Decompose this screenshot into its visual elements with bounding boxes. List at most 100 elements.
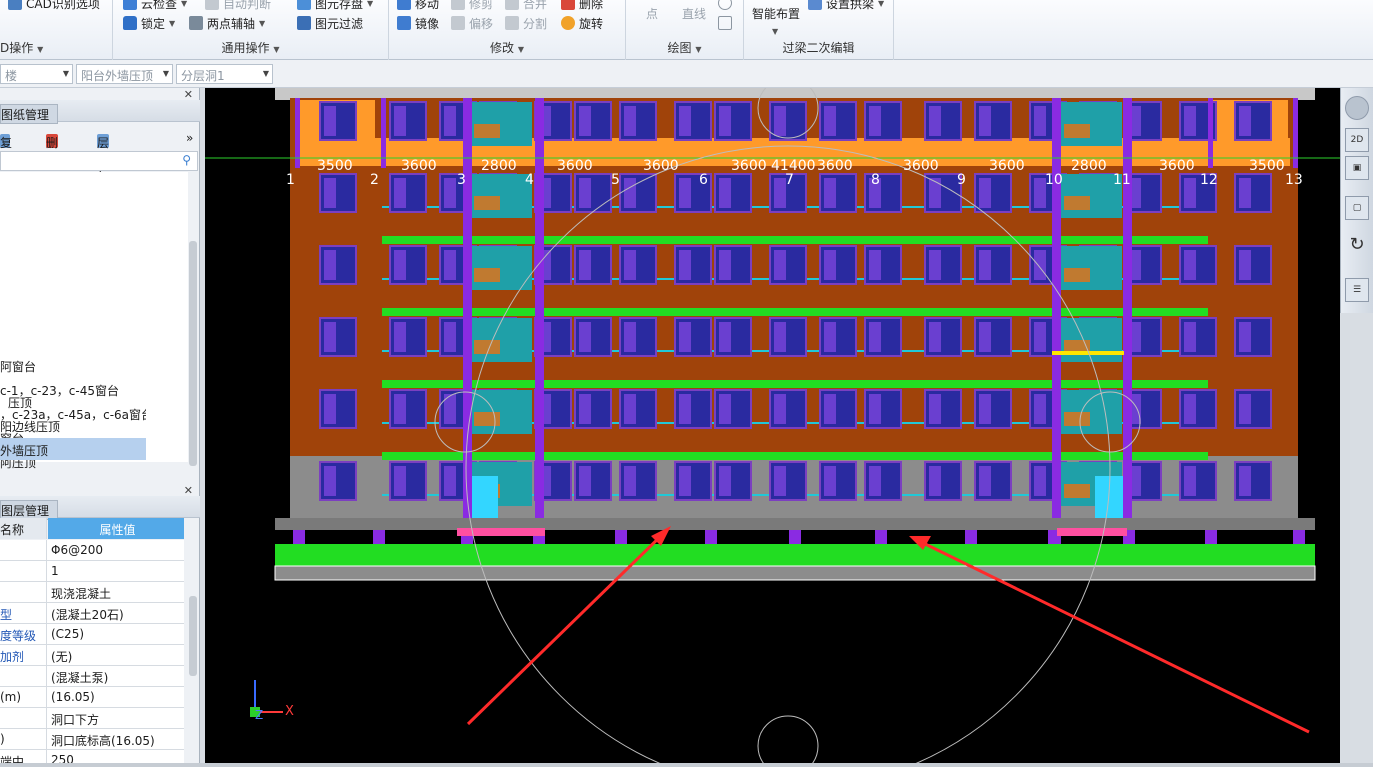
filter-icon [297, 16, 311, 30]
layer-panel-header: 图层管理 [0, 496, 200, 520]
window-pane [624, 466, 636, 496]
cloud-check-button[interactable]: 云检查 ▼ [123, 0, 187, 12]
mirror-button[interactable]: 镜像 [397, 14, 439, 32]
property-value[interactable]: 1 [48, 561, 184, 582]
point-button[interactable]: 点 [646, 4, 658, 22]
drawing-list-scrollbar[interactable] [189, 241, 197, 466]
drawing-search-input[interactable]: ⚲ [0, 151, 198, 171]
ribbon-group-title[interactable]: 绘图 ▼ [626, 39, 743, 56]
search-icon[interactable]: ⚲ [182, 153, 191, 167]
rotate-button[interactable]: 旋转 [561, 14, 603, 32]
property-name: 型 [0, 603, 47, 624]
property-row[interactable]: (混凝土泵) [0, 666, 184, 687]
orbit-icon[interactable] [1345, 96, 1369, 120]
column-header-name: 名称 [0, 518, 47, 539]
window-pane [394, 106, 406, 136]
draw-shape-button[interactable] [718, 0, 732, 12]
window-pane [579, 178, 591, 208]
building-elevation-drawing [205, 88, 1340, 767]
property-row[interactable]: 度等级 (C25) [0, 624, 184, 645]
property-value[interactable]: (无) [48, 645, 184, 666]
component-type-select[interactable]: 阳台外墙压顶 ▼ [76, 64, 173, 84]
ribbon-group-title[interactable]: D操作 ▼ [0, 39, 112, 56]
list-item[interactable]: 阳边线压顶 [0, 414, 146, 436]
draw-rect-button[interactable] [718, 14, 732, 32]
list-item[interactable]: 压顶 [0, 390, 146, 412]
rotate-icon[interactable]: ↻ [1345, 234, 1369, 258]
offset-button[interactable]: 偏移 [451, 14, 493, 32]
balcony-door [474, 124, 500, 138]
property-value[interactable]: (混凝土泵) [48, 666, 184, 687]
split-button[interactable]: 分割 [505, 14, 547, 32]
save-element-button[interactable]: 图元存盘 ▼ [297, 0, 373, 12]
trim-button[interactable]: 修剪 [451, 0, 493, 12]
window-pane [579, 322, 591, 352]
line-button[interactable]: 直线 [682, 4, 706, 22]
property-row[interactable]: ) 洞口底标高(16.05) [0, 729, 184, 750]
property-row[interactable]: 加剂 (无) [0, 645, 184, 666]
element-filter-button[interactable]: 图元过滤 [297, 14, 363, 32]
window-pane [324, 250, 336, 280]
smart-layout-button[interactable]: 智能布置 [752, 4, 800, 22]
ground-slab [275, 544, 1315, 566]
ribbon-group-general: 云检查 ▼ 自动判断 图元存盘 ▼ 锁定 ▼ 两点辅轴 ▼ 图元过滤 通用操作 ▼ [113, 0, 389, 60]
property-row[interactable]: Φ6@200 [0, 540, 184, 561]
window-pane [444, 178, 456, 208]
auto-judge-button[interactable]: 自动判断 [205, 0, 271, 12]
window-pane [719, 322, 731, 352]
window-pane [624, 322, 636, 352]
axis-number: 2 [370, 172, 379, 188]
window-pane [774, 250, 786, 280]
set-arch-beam-button[interactable]: 设置拱梁 ▼ [808, 0, 884, 12]
property-row[interactable]: 型 (混凝土20石) [0, 603, 184, 624]
property-value[interactable]: 洞口下方 [48, 708, 184, 729]
3d-view-icon[interactable]: ▣ [1345, 156, 1369, 180]
window-pane [579, 250, 591, 280]
property-name: 度等级 [0, 624, 47, 645]
property-value[interactable]: 现浇混凝土 [48, 582, 184, 603]
window-pane [1034, 466, 1046, 496]
property-row[interactable]: (m) (16.05) [0, 687, 184, 708]
property-value[interactable]: (混凝土20石) [48, 603, 184, 624]
component-select[interactable]: 分层洞1 ▼ [176, 64, 273, 84]
property-row[interactable]: 1 [0, 561, 184, 582]
more-icon[interactable]: » [186, 131, 193, 145]
box-view-icon[interactable]: ▢ [1345, 196, 1369, 220]
window-pane [869, 394, 881, 424]
dimension-label: 3600 [989, 158, 1025, 174]
balcony-door [474, 412, 500, 426]
delete-button[interactable]: 删除 [561, 0, 603, 12]
window-pane [774, 466, 786, 496]
property-row[interactable]: 洞口下方 [0, 708, 184, 729]
property-value[interactable]: (C25) [48, 624, 184, 645]
window-pane [679, 106, 691, 136]
3d-viewport[interactable]: 1 2 3 4 5 6 7 8 9 10 11 12 13 3500 3600 2800 3600 3600 360… [205, 88, 1340, 767]
two-point-axis-button[interactable]: 两点辅轴 ▼ [189, 14, 265, 32]
axis-number: 13 [1285, 172, 1303, 188]
cad-options-button[interactable]: CAD识别选项 [8, 0, 100, 12]
window-pane [979, 178, 991, 208]
layers-icon[interactable]: ☰ [1345, 278, 1369, 302]
ribbon-group-title[interactable]: 修改 ▼ [389, 39, 625, 56]
dimension-label: 3500 [317, 158, 353, 174]
window-pane [869, 106, 881, 136]
trim-icon [451, 0, 465, 10]
list-item-selected[interactable]: 外墙压顶 [0, 438, 146, 460]
tab-drawing-management[interactable]: 图纸管理 [0, 104, 59, 124]
ribbon-group-title[interactable]: 通用操作 ▼ [113, 39, 388, 56]
smart-layout-dropdown[interactable]: ▼ [772, 22, 778, 40]
property-scrollbar[interactable] [189, 596, 197, 676]
2d-view-icon[interactable]: 2D [1345, 128, 1369, 152]
lock-button[interactable]: 锁定 ▼ [123, 14, 175, 32]
property-row[interactable]: 现浇混凝土 [0, 582, 184, 603]
tab-layer-management[interactable]: 图层管理 [0, 500, 59, 520]
property-value[interactable]: Φ6@200 [48, 540, 184, 561]
floor-select[interactable]: 楼 ▼ [0, 64, 73, 84]
list-item[interactable]: 阿窗台 [0, 354, 146, 376]
property-value[interactable]: (16.05) [48, 687, 184, 708]
merge-button[interactable]: 合并 [505, 0, 547, 12]
move-button[interactable]: 移动 [397, 0, 439, 12]
window-pane [719, 394, 731, 424]
column [1123, 98, 1132, 556]
property-value[interactable]: 洞口底标高(16.05) [48, 729, 184, 750]
